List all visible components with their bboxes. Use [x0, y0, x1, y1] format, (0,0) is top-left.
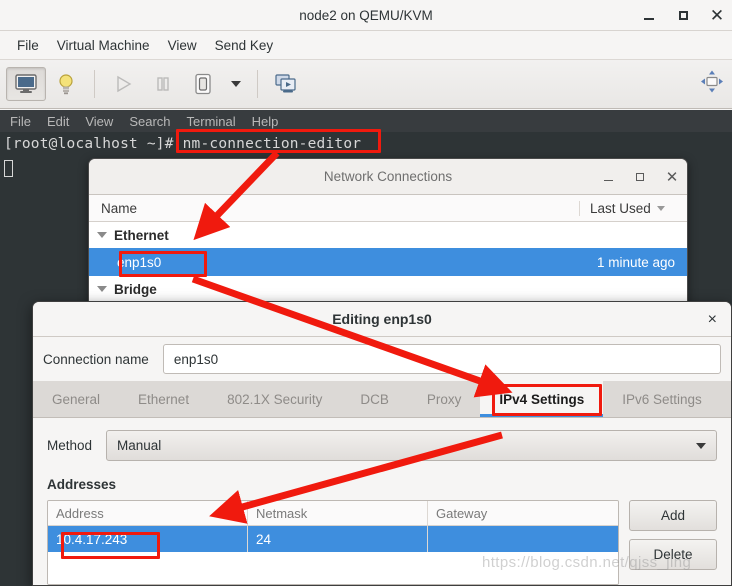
nc-minimize-icon[interactable] — [601, 170, 615, 184]
addresses-section-label: Addresses — [47, 477, 117, 492]
minimize-icon[interactable] — [640, 7, 658, 25]
console-view-icon[interactable] — [6, 67, 46, 101]
add-button[interactable]: Add — [629, 500, 717, 531]
menu-virtual-machine[interactable]: Virtual Machine — [48, 35, 159, 56]
connection-last-used-enp1s0: 1 minute ago — [596, 254, 675, 270]
screen-root: node2 on QEMU/KVM ✕ File Virtual Machine… — [0, 0, 732, 586]
tab-ipv6-settings[interactable]: IPv6 Settings — [603, 381, 721, 417]
addresses-table-header: Address Netmask Gateway — [48, 501, 618, 526]
tab-ethernet[interactable]: Ethernet — [119, 381, 208, 417]
terminal-menu-view[interactable]: View — [85, 114, 113, 129]
terminal-menu-help[interactable]: Help — [252, 114, 279, 129]
editing-dialog-close-icon[interactable]: × — [708, 311, 717, 329]
connection-name-enp1s0: enp1s0 — [117, 254, 162, 270]
connection-name-row: Connection name enp1s0 — [33, 337, 731, 381]
network-connections-window: Network Connections ✕ Name Last Used Eth… — [88, 158, 688, 306]
tab-dcb[interactable]: DCB — [341, 381, 408, 417]
snapshots-icon[interactable] — [266, 67, 306, 101]
run-icon[interactable] — [103, 67, 143, 101]
addresses-area: Address Netmask Gateway 10.4.17.243 24 A… — [47, 500, 717, 585]
addresses-table: Address Netmask Gateway 10.4.17.243 24 — [47, 500, 619, 585]
address-table-row[interactable]: 10.4.17.243 24 — [48, 526, 618, 552]
editing-dialog-tabs: General Ethernet 802.1X Security DCB Pro… — [33, 381, 731, 418]
column-header-last-used-label: Last Used — [590, 200, 651, 216]
method-row: Method Manual — [47, 430, 717, 461]
pause-icon[interactable] — [143, 67, 183, 101]
vm-toolbar — [0, 60, 732, 109]
maximize-icon[interactable] — [674, 7, 692, 25]
terminal-command-line: [root@localhost ~]# nm-connection-editor — [4, 136, 362, 152]
menu-view[interactable]: View — [159, 35, 206, 56]
shutdown-icon[interactable] — [183, 67, 223, 101]
column-header-last-used[interactable]: Last Used — [579, 200, 687, 216]
method-label: Method — [47, 438, 93, 453]
terminal-cursor — [4, 160, 13, 177]
group-label-bridge: Bridge — [114, 281, 157, 297]
connection-name-input[interactable]: enp1s0 — [162, 344, 721, 374]
column-header-name[interactable]: Name — [89, 201, 579, 216]
terminal-menu-terminal[interactable]: Terminal — [187, 114, 236, 129]
netmask-column-header: Netmask — [248, 501, 428, 525]
fullscreen-icon[interactable] — [700, 70, 724, 99]
gateway-column-header: Gateway — [436, 505, 488, 521]
close-icon[interactable]: ✕ — [708, 7, 726, 25]
network-connections-title: Network Connections — [323, 169, 453, 184]
group-label-ethernet: Ethernet — [114, 227, 169, 243]
vm-titlebar: node2 on QEMU/KVM ✕ — [0, 0, 732, 31]
menu-file[interactable]: File — [8, 35, 48, 56]
editing-connection-dialog: Editing enp1s0 × Connection name enp1s0 … — [32, 301, 732, 586]
network-connections-titlebar: Network Connections ✕ — [89, 159, 687, 195]
shutdown-menu-caret-icon[interactable] — [223, 81, 249, 87]
gateway-cell[interactable] — [428, 526, 618, 552]
connections-group-bridge[interactable]: Bridge — [89, 276, 687, 302]
toolbar-separator-2 — [257, 70, 258, 98]
connections-list-header: Name Last Used — [89, 195, 687, 222]
address-column-header: Address — [48, 501, 248, 525]
expander-triangle-icon-bridge[interactable] — [97, 286, 107, 292]
vm-window-title: node2 on QEMU/KVM — [299, 7, 433, 23]
connection-row-enp1s0[interactable]: enp1s0 1 minute ago — [89, 248, 687, 276]
connection-name-label: Connection name — [43, 351, 149, 367]
terminal-menubar: File Edit View Search Terminal Help — [0, 110, 732, 132]
sort-caret-icon — [656, 205, 665, 211]
method-selected-value: Manual — [117, 438, 162, 453]
terminal-menu-file[interactable]: File — [10, 114, 31, 129]
terminal-menu-search[interactable]: Search — [129, 114, 170, 129]
chevron-down-icon — [696, 442, 706, 449]
editing-dialog-title: Editing enp1s0 — [332, 311, 432, 327]
editing-dialog-titlebar: Editing enp1s0 × — [33, 302, 731, 337]
netmask-cell[interactable]: 24 — [248, 526, 428, 552]
tab-proxy[interactable]: Proxy — [408, 381, 481, 417]
network-connections-window-controls: ✕ — [601, 159, 679, 195]
tab-ipv4-settings[interactable]: IPv4 Settings — [480, 381, 604, 417]
vm-window-controls: ✕ — [640, 0, 726, 31]
method-dropdown[interactable]: Manual — [106, 430, 717, 461]
terminal-body[interactable]: [root@localhost ~]# nm-connection-editor — [0, 132, 732, 177]
expander-triangle-icon[interactable] — [97, 232, 107, 238]
connections-group-ethernet[interactable]: Ethernet — [89, 222, 687, 248]
nc-close-icon[interactable]: ✕ — [665, 169, 679, 186]
toolbar-separator — [94, 70, 95, 98]
address-cell[interactable]: 10.4.17.243 — [48, 526, 248, 552]
tab-8021x-security[interactable]: 802.1X Security — [208, 381, 341, 417]
nc-maximize-icon[interactable] — [633, 170, 647, 184]
details-lightbulb-icon[interactable] — [46, 67, 86, 101]
tab-general[interactable]: General — [33, 381, 119, 417]
vm-menubar: File Virtual Machine View Send Key — [0, 31, 732, 60]
terminal-menu-edit[interactable]: Edit — [47, 114, 69, 129]
watermark-text: https://blog.csdn.net/qjss_jing — [482, 554, 692, 571]
menu-send-key[interactable]: Send Key — [206, 35, 283, 56]
